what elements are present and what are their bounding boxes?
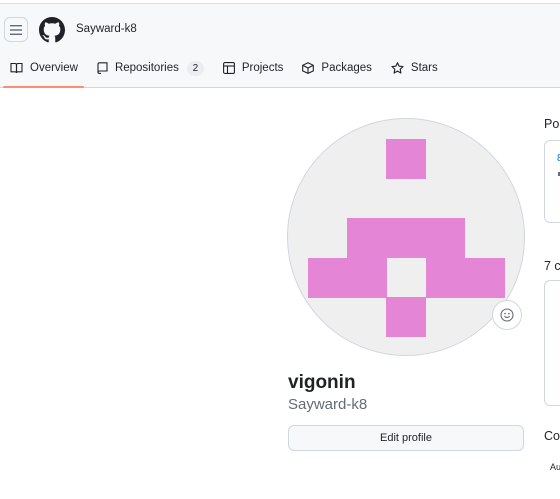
tab-overview[interactable]: Overview <box>0 52 87 88</box>
contribution-activity-label: Au <box>550 462 560 472</box>
star-icon <box>391 62 404 74</box>
tab-repositories-label: Repositories <box>114 62 179 74</box>
profile-owner-name[interactable]: Sayward-k8 <box>76 23 137 35</box>
edit-profile-button[interactable]: Edit profile <box>288 425 524 451</box>
identicon-block <box>386 139 426 179</box>
popular-repos-heading: Pop <box>544 117 560 131</box>
tab-stars[interactable]: Stars <box>381 52 447 84</box>
identicon-block <box>308 258 387 298</box>
github-mark-icon[interactable] <box>39 17 65 43</box>
contributions-heading: 7 c <box>544 259 560 273</box>
profile-tabs: Overview Repositories 2 Projects Package… <box>0 52 447 88</box>
profile-username: Sayward-k8 <box>288 396 368 413</box>
identicon-block <box>347 218 465 258</box>
avatar[interactable] <box>287 118 525 356</box>
tab-projects-label: Projects <box>241 62 284 74</box>
repositories-count: 2 <box>186 60 204 76</box>
contribution-settings-heading: Co <box>544 429 560 443</box>
identicon-block <box>386 297 426 337</box>
tab-stars-label: Stars <box>410 62 438 74</box>
tab-projects[interactable]: Projects <box>213 52 293 84</box>
tab-overview-label: Overview <box>30 62 78 74</box>
profile-display-name: vigonin <box>288 372 356 393</box>
identicon-block <box>426 258 505 298</box>
tab-packages-label: Packages <box>321 62 372 74</box>
tab-packages[interactable]: Packages <box>292 52 381 84</box>
smiley-icon <box>500 308 514 322</box>
header-top-edge <box>0 0 560 4</box>
set-status-button[interactable] <box>492 300 522 330</box>
hamburger-icon <box>10 24 22 35</box>
contribution-graph-card[interactable] <box>544 280 560 406</box>
table-icon <box>222 62 235 74</box>
repo-icon <box>97 62 108 74</box>
page-header: Sayward-k8 Overview Repositories 2 Proje… <box>0 0 560 88</box>
profile-avatar-container[interactable] <box>287 118 525 356</box>
tab-repositories[interactable]: Repositories 2 <box>87 52 213 84</box>
book-icon <box>10 62 23 74</box>
package-icon <box>302 62 315 74</box>
menu-button[interactable] <box>4 17 28 42</box>
